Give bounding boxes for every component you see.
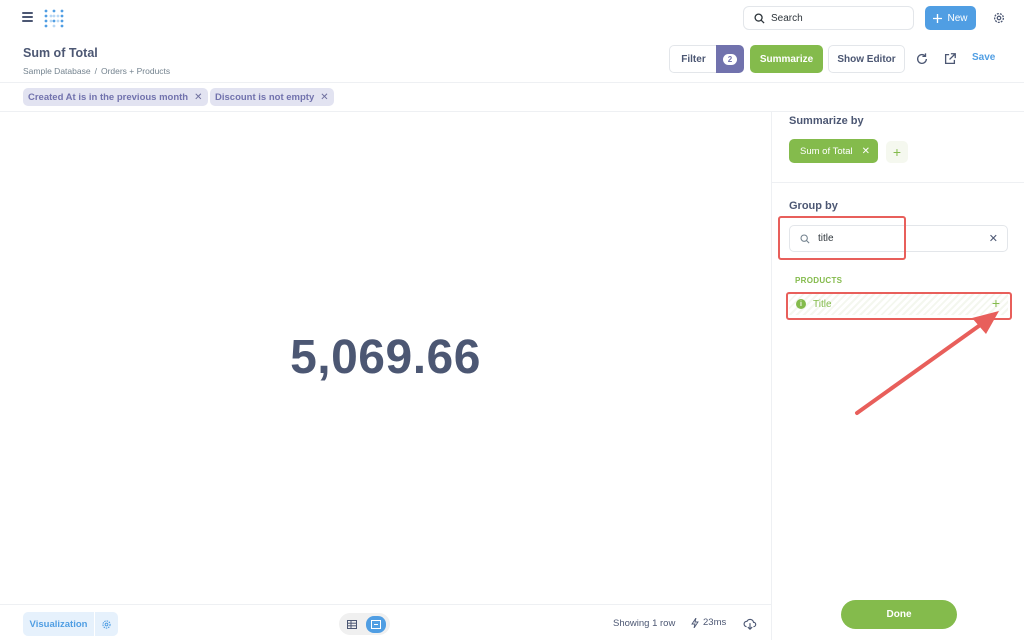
metric-chip-label: Sum of Total <box>800 145 853 157</box>
done-button[interactable]: Done <box>841 600 957 629</box>
query-timing-value: 23ms <box>703 617 727 628</box>
filter-pill-label: Created At is in the previous month <box>28 91 189 103</box>
plus-icon <box>933 13 943 23</box>
breadcrumb: Sample Database / Orders + Products <box>23 66 170 76</box>
search-label: Search <box>771 12 803 24</box>
add-group-plus-icon[interactable]: + <box>992 295 1000 311</box>
new-button-label: New <box>947 12 968 24</box>
visualization-area: 5,069.66 <box>0 112 771 604</box>
chart-view-toggle[interactable] <box>366 615 386 633</box>
refresh-icon[interactable] <box>915 52 929 66</box>
remove-metric-icon[interactable]: ✕ <box>862 146 870 157</box>
breadcrumb-table[interactable]: Orders + Products <box>101 66 170 76</box>
query-timing: 23ms <box>691 617 726 628</box>
gear-icon <box>102 619 111 629</box>
footer-bar: Visualization Showing 1 row 23ms <box>0 604 771 640</box>
group-by-search-value: title <box>818 233 834 244</box>
group-by-search-input[interactable]: title ✕ <box>789 225 1008 252</box>
table-icon <box>347 619 357 629</box>
visualization-button[interactable]: Visualization <box>23 612 94 636</box>
menu-icon[interactable] <box>22 12 33 22</box>
sidebar-divider <box>772 182 1024 183</box>
breadcrumb-separator: / <box>94 66 97 76</box>
info-icon[interactable]: i <box>796 299 806 309</box>
download-icon[interactable] <box>743 617 757 631</box>
top-nav: Search New <box>0 0 1024 37</box>
search-icon <box>754 12 765 24</box>
save-button[interactable]: Save <box>972 52 995 63</box>
settings-gear-icon[interactable] <box>992 11 1006 25</box>
share-icon[interactable] <box>943 52 957 66</box>
view-toggle <box>339 613 390 635</box>
search-icon <box>800 233 810 244</box>
group-by-title: Group by <box>789 200 838 212</box>
table-view-toggle[interactable] <box>342 616 362 633</box>
scalar-value: 5,069.66 <box>290 331 481 384</box>
products-section-label: PRODUCTS <box>795 276 843 285</box>
lightning-icon <box>691 617 699 628</box>
summarize-button[interactable]: Summarize <box>750 45 823 73</box>
filter-pill-label: Discount is not empty <box>215 91 315 103</box>
remove-filter-icon[interactable]: ✕ <box>320 92 328 103</box>
filter-pills-bar: Created At is in the previous month ✕ Di… <box>0 83 1024 112</box>
clear-search-icon[interactable]: ✕ <box>989 232 998 245</box>
visualization-settings-button[interactable] <box>95 612 118 636</box>
remove-filter-icon[interactable]: ✕ <box>194 92 202 103</box>
filter-button[interactable]: Filter <box>669 45 717 73</box>
new-button[interactable]: New <box>925 6 976 30</box>
show-editor-button[interactable]: Show Editor <box>828 45 905 73</box>
field-name: Title <box>813 298 832 310</box>
breadcrumb-database[interactable]: Sample Database <box>23 66 91 76</box>
add-metric-button[interactable]: + <box>886 141 908 163</box>
filter-pill-created-at[interactable]: Created At is in the previous month ✕ <box>23 88 208 106</box>
number-chart-icon <box>371 619 381 629</box>
filter-count-button[interactable]: 2 <box>716 45 744 73</box>
group-by-field-title[interactable]: i Title + <box>789 293 1008 315</box>
filter-pill-discount[interactable]: Discount is not empty ✕ <box>210 88 334 106</box>
metabase-logo-icon[interactable] <box>44 9 64 28</box>
row-count: Showing 1 row <box>613 618 676 629</box>
filter-count-badge: 2 <box>722 53 738 65</box>
metric-chip-sum-of-total[interactable]: Sum of Total ✕ <box>789 139 878 163</box>
summarize-by-title: Summarize by <box>789 115 864 127</box>
global-search[interactable]: Search <box>743 6 914 30</box>
summarize-sidebar: Summarize by Sum of Total ✕ + Group by t… <box>771 112 1024 640</box>
question-title[interactable]: Sum of Total <box>23 46 98 60</box>
